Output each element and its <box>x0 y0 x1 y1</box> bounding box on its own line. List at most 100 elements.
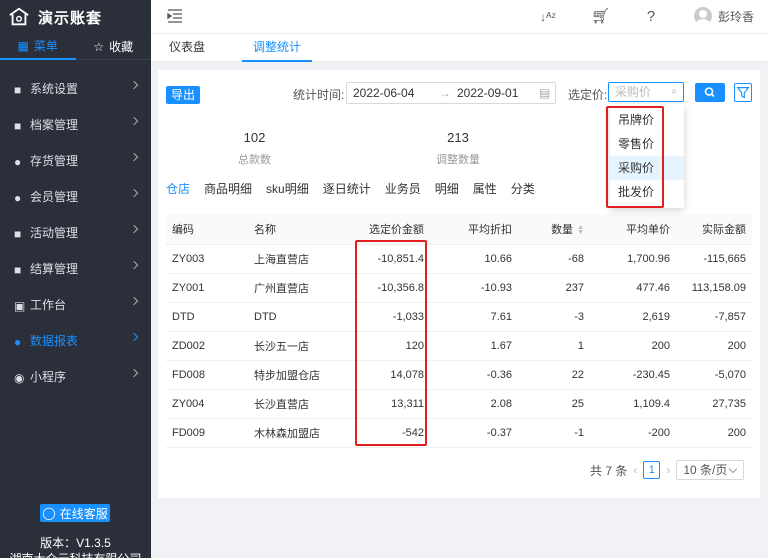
cell-price-amount: -10,356.8 <box>348 273 430 303</box>
data-table: 编码 名称 选定价金额 平均折扣 数量 ▲ ▼ 平均单价 实际金额 ZY003 上海直… <box>166 214 752 448</box>
archive-icon: ■ <box>14 119 22 133</box>
sidebar-item-archive[interactable]: ■ 档案管理 <box>0 106 151 142</box>
filter-icon <box>736 87 750 99</box>
miniprogram-icon: ◉ <box>14 371 25 385</box>
tab-daily[interactable]: 逐日统计 <box>323 180 371 202</box>
sort-icon[interactable]: ▲ ▼ <box>577 224 584 236</box>
col-price-amount: 选定价金额 <box>348 214 430 245</box>
cell-name: 长沙直营店 <box>248 389 348 419</box>
filter-button[interactable] <box>734 83 752 102</box>
cell-actual-amount: 113,158.09 <box>676 273 752 303</box>
help-icon[interactable]: ? <box>642 8 660 26</box>
cell-code: FD009 <box>166 418 248 448</box>
cell-avg-discount: 7.61 <box>430 302 518 332</box>
table-row: FD009 木林森加盟店 -542 -0.37 -1 -200 200 <box>166 418 752 448</box>
table-row: ZY004 长沙直营店 13,311 2.08 25 1,109.4 27,735 <box>166 389 752 419</box>
tab-detail[interactable]: 明细 <box>435 180 459 202</box>
cell-avg-price: 1,109.4 <box>590 389 676 419</box>
tab-category[interactable]: 分类 <box>511 180 535 202</box>
page-number[interactable]: 1 <box>643 461 661 479</box>
user-menu[interactable]: 彭玲香 <box>694 7 754 25</box>
cell-actual-amount: -7,857 <box>676 302 752 332</box>
cell-code: ZY004 <box>166 389 248 419</box>
price-label: 选定价: <box>568 88 608 102</box>
pagination-total: 共 7 条 <box>590 463 628 478</box>
sidebar-item-inventory[interactable]: ● 存货管理 <box>0 142 151 178</box>
option-wholesale-price[interactable]: 批发价 <box>610 180 684 204</box>
price-select[interactable]: 采购价 ⌕ <box>608 82 684 102</box>
next-page-icon[interactable]: › <box>666 463 670 477</box>
sidebar-item-workbench[interactable]: ▣ 工作台 <box>0 286 151 322</box>
stat-time-label: 统计时间: <box>293 88 345 102</box>
cart-icon[interactable]: 🛒︎ <box>591 8 610 26</box>
chevron-right-icon <box>129 188 139 198</box>
col-avg-discount: 平均折扣 <box>430 214 518 245</box>
page-tabs: 仪表盘 调整统计 <box>151 34 768 62</box>
settings-icon: ■ <box>14 83 22 97</box>
chevron-right-icon <box>129 224 139 234</box>
avatar <box>694 7 712 25</box>
tab-dashboard[interactable]: 仪表盘 <box>169 34 205 62</box>
option-retail-price[interactable]: 零售价 <box>610 132 684 156</box>
cell-name: 长沙五一店 <box>248 331 348 361</box>
activity-icon: ■ <box>14 227 22 241</box>
tab-sku-detail[interactable]: sku明细 <box>266 180 309 202</box>
option-purchase-price[interactable]: 采购价 <box>610 156 684 180</box>
chevron-right-icon <box>129 116 139 126</box>
tab-favorites[interactable]: ☆ 收藏 <box>76 34 152 60</box>
cell-name: 特步加盟仓店 <box>248 360 348 390</box>
online-service-button[interactable]: ◯ 在线客服 <box>40 504 110 522</box>
sort-az-icon[interactable]: ↓ᴬᶻ <box>539 8 557 26</box>
cell-qty: 237 <box>518 273 590 303</box>
tab-store[interactable]: 仓店 <box>166 180 190 202</box>
cell-name: 木林森加盟店 <box>248 418 348 448</box>
cell-actual-amount: 200 <box>676 418 752 448</box>
cell-price-amount: 13,311 <box>348 389 430 419</box>
page-size-select[interactable]: 10 条/页 <box>676 460 745 480</box>
cell-code: ZY003 <box>166 244 248 274</box>
tab-menu[interactable]: ▦ 菜单 <box>0 34 76 60</box>
cell-price-amount: 14,078 <box>348 360 430 390</box>
date-range-picker[interactable]: 2022-06-04 → 2022-09-01 ▤ <box>346 82 556 104</box>
cell-qty: 22 <box>518 360 590 390</box>
prev-page-icon[interactable]: ‹ <box>633 463 637 477</box>
menu-collapse-icon[interactable] <box>167 9 183 23</box>
cell-avg-price: -230.45 <box>590 360 676 390</box>
sidebar-item-settlement[interactable]: ■ 结算管理 <box>0 250 151 286</box>
col-actual-amount: 实际金额 <box>676 214 752 245</box>
app-logo: 演示账套 <box>0 0 151 34</box>
chevron-right-icon <box>129 152 139 162</box>
report-icon: ● <box>14 335 22 349</box>
sidebar-item-members[interactable]: ● 会员管理 <box>0 178 151 214</box>
logo-icon <box>9 7 29 26</box>
cell-avg-price: -200 <box>590 418 676 448</box>
table-row: ZD002 长沙五一店 120 1.67 1 200 200 <box>166 331 752 361</box>
cell-price-amount: -10,851.4 <box>348 244 430 274</box>
tab-product-detail[interactable]: 商品明细 <box>204 180 252 202</box>
version-text: 版本：V1.3.5 <box>40 536 111 550</box>
chevron-right-icon <box>129 332 139 342</box>
chevron-right-icon <box>129 368 139 378</box>
table-row: ZY003 上海直营店 -10,851.4 10.66 -68 1,700.96 -115,… <box>166 244 752 274</box>
inner-tabs: 仓店 商品明细 sku明细 逐日统计 业务员 明细 属性 分类 <box>166 180 549 202</box>
tab-salesman[interactable]: 业务员 <box>385 180 421 202</box>
top-bar: ↓ᴬᶻ 🛒︎ ? 彭玲香 <box>151 0 768 34</box>
sidebar-menu: ■ 系统设置 ■ 档案管理 ● 存货管理 ● 会员管理 ■ 活动管理 ■ 结算管理 ▣ 工作台… <box>0 70 151 394</box>
search-button[interactable] <box>695 83 725 102</box>
sidebar-item-system[interactable]: ■ 系统设置 <box>0 70 151 106</box>
tab-attribute[interactable]: 属性 <box>473 180 497 202</box>
tab-adjust-stats[interactable]: 调整统计 <box>242 34 312 62</box>
cell-qty: 25 <box>518 389 590 419</box>
export-button[interactable]: 导出 <box>166 86 200 104</box>
option-tag-price[interactable]: 吊牌价 <box>610 108 684 132</box>
search-icon <box>704 87 715 98</box>
table-row: FD008 特步加盟仓店 14,078 -0.36 22 -230.45 -5,070 <box>166 360 752 390</box>
col-qty[interactable]: 数量 ▲ ▼ <box>518 214 590 245</box>
cell-name: 上海直营店 <box>248 244 348 274</box>
workbench-icon: ▣ <box>14 299 26 313</box>
sidebar-item-miniprogram[interactable]: ◉ 小程序 <box>0 358 151 394</box>
sidebar-item-reports[interactable]: ● 数据报表 <box>0 322 151 358</box>
cell-avg-price: 2,619 <box>590 302 676 332</box>
calendar-icon: ▤ <box>539 86 551 100</box>
sidebar-item-activity[interactable]: ■ 活动管理 <box>0 214 151 250</box>
